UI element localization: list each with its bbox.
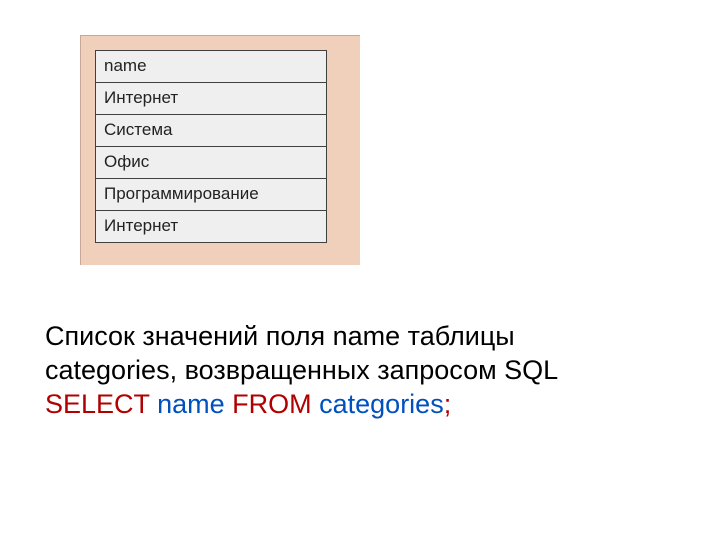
result-table: name Интернет Система Офис Программирова…	[95, 50, 327, 243]
table-row: Интернет	[95, 210, 327, 243]
table-row: Интернет	[95, 82, 327, 114]
sql-keyword-select: SELECT	[45, 389, 150, 419]
column-header: name	[95, 50, 327, 82]
sql-statement: SELECT name FROM categories;	[45, 388, 705, 422]
table-row: Программирование	[95, 178, 327, 210]
sql-keyword-from: FROM	[232, 389, 311, 419]
sql-terminator: ;	[444, 389, 452, 419]
sql-table-name: categories	[319, 389, 444, 419]
table-row: Офис	[95, 146, 327, 178]
caption-line-2: categories, возвращенных запросом SQL	[45, 354, 705, 388]
result-table-figure: name Интернет Система Офис Программирова…	[80, 35, 360, 265]
sql-column-name: name	[157, 389, 225, 419]
caption-block: Список значений поля name таблицы catego…	[45, 320, 705, 421]
table-row: Система	[95, 114, 327, 146]
caption-line-1: Список значений поля name таблицы	[45, 320, 705, 354]
